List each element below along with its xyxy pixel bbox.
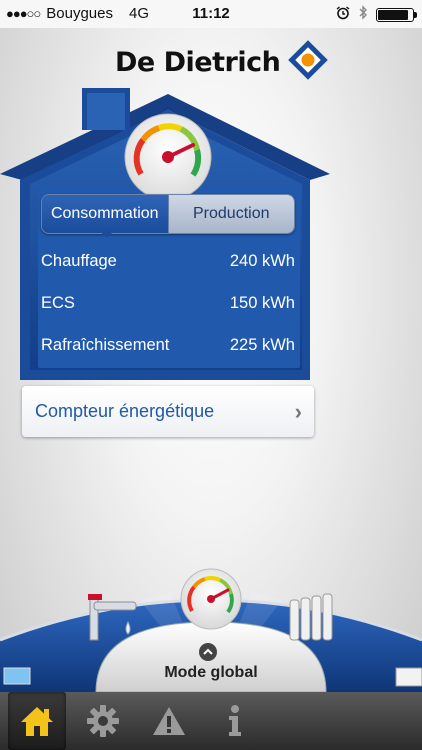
- row-label: Rafraîchissement: [41, 335, 170, 354]
- active-tab-pointer: [100, 231, 114, 238]
- gear-icon: [87, 705, 119, 737]
- status-bar: ●●●○○ Bouygues 4G 11:12: [0, 0, 422, 28]
- compteur-label: Compteur énergétique: [35, 401, 215, 421]
- tab-settings[interactable]: [74, 692, 132, 750]
- mode-global-label[interactable]: Mode global: [0, 664, 422, 682]
- row-value: 225 kWh: [229, 335, 295, 354]
- alarm-icon: [336, 5, 350, 24]
- compteur-energetique-button[interactable]: Compteur énergétique ›: [22, 386, 314, 437]
- list-item: Rafraîchissement 225 kWh: [41, 324, 295, 366]
- info-icon: [229, 705, 241, 736]
- brand-name: De Dietrich: [115, 47, 281, 78]
- chevron-up-icon[interactable]: [199, 643, 217, 661]
- mode-gauge-icon: [180, 568, 242, 630]
- consumption-list: Chauffage 240 kWh ECS 150 kWh Rafraîchis…: [41, 240, 295, 366]
- tab-alerts[interactable]: [140, 692, 198, 750]
- warning-icon: [153, 707, 185, 735]
- list-item: Chauffage 240 kWh: [41, 240, 295, 282]
- bluetooth-icon: [358, 5, 368, 24]
- row-value: 240 kWh: [229, 251, 295, 270]
- tab-production[interactable]: Production: [167, 195, 294, 233]
- row-label: ECS: [41, 293, 75, 312]
- tab-home[interactable]: [8, 692, 66, 750]
- row-value: 150 kWh: [229, 293, 295, 312]
- home-icon: [21, 707, 53, 736]
- list-item: ECS 150 kWh: [41, 282, 295, 324]
- energy-gauge-icon: [124, 113, 212, 201]
- row-label: Chauffage: [41, 251, 117, 270]
- chevron-right-icon: ›: [294, 398, 302, 424]
- bottom-tab-bar: [0, 692, 422, 750]
- tab-info[interactable]: [206, 692, 264, 750]
- tab-consommation[interactable]: Consommation: [42, 195, 168, 233]
- consumption-production-tabs: Consommation Production: [41, 194, 295, 234]
- battery-icon: [376, 7, 417, 22]
